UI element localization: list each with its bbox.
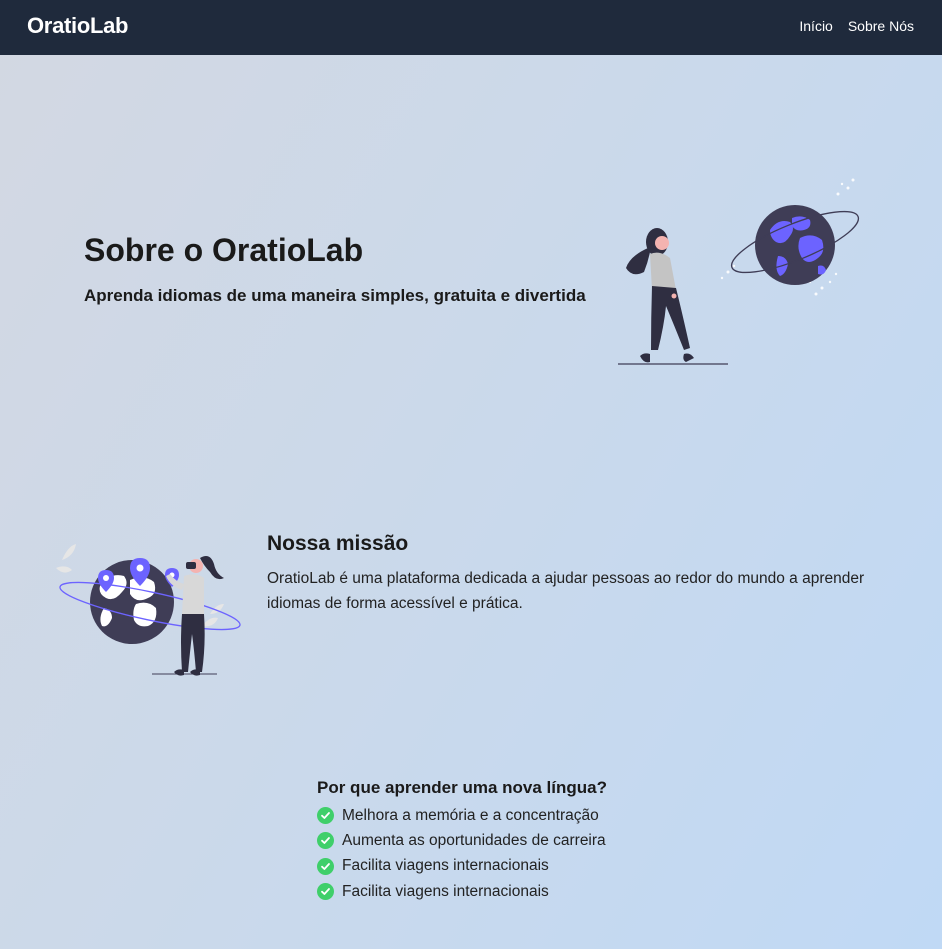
hero-title: Sobre o OratioLab xyxy=(84,232,364,268)
list-item: Facilita viagens internacionais xyxy=(317,879,606,904)
mission-text: OratioLab é uma plataforma dedicada a aj… xyxy=(267,570,865,612)
nav-link-sobre-nos[interactable]: Sobre Nós xyxy=(848,18,914,34)
check-circle-icon xyxy=(317,832,334,850)
list-item-label: Aumenta as oportunidades de carreira xyxy=(342,831,606,849)
list-item: Aumenta as oportunidades de carreira xyxy=(317,828,606,853)
list-item-label: Facilita viagens internacionais xyxy=(342,882,549,900)
list-item: Facilita viagens internacionais xyxy=(317,854,606,879)
woman-vr-globe-pins-illustration xyxy=(56,544,241,676)
nav-link-inicio[interactable]: Início xyxy=(799,18,832,34)
mission-title: Nossa missão xyxy=(267,532,409,555)
check-circle-icon xyxy=(317,807,334,825)
nav-links: Início Sobre Nós xyxy=(799,18,914,34)
why-title: Por que aprender uma nova língua? xyxy=(317,778,607,797)
list-item-label: Facilita viagens internacionais xyxy=(342,857,549,875)
woman-walking-globe-illustration xyxy=(618,178,860,365)
list-item: Melhora a memória e a concentração xyxy=(317,803,606,828)
hero-subtitle: Aprenda idiomas de uma maneira simples, … xyxy=(84,286,586,305)
navbar: OratioLab Início Sobre Nós xyxy=(0,0,942,55)
check-circle-icon xyxy=(317,857,334,875)
check-circle-icon xyxy=(317,883,334,901)
list-item-label: Melhora a memória e a concentração xyxy=(342,806,599,824)
brand-logo[interactable]: OratioLab xyxy=(27,13,129,39)
why-list: Melhora a memória e a concentração Aumen… xyxy=(317,803,606,904)
